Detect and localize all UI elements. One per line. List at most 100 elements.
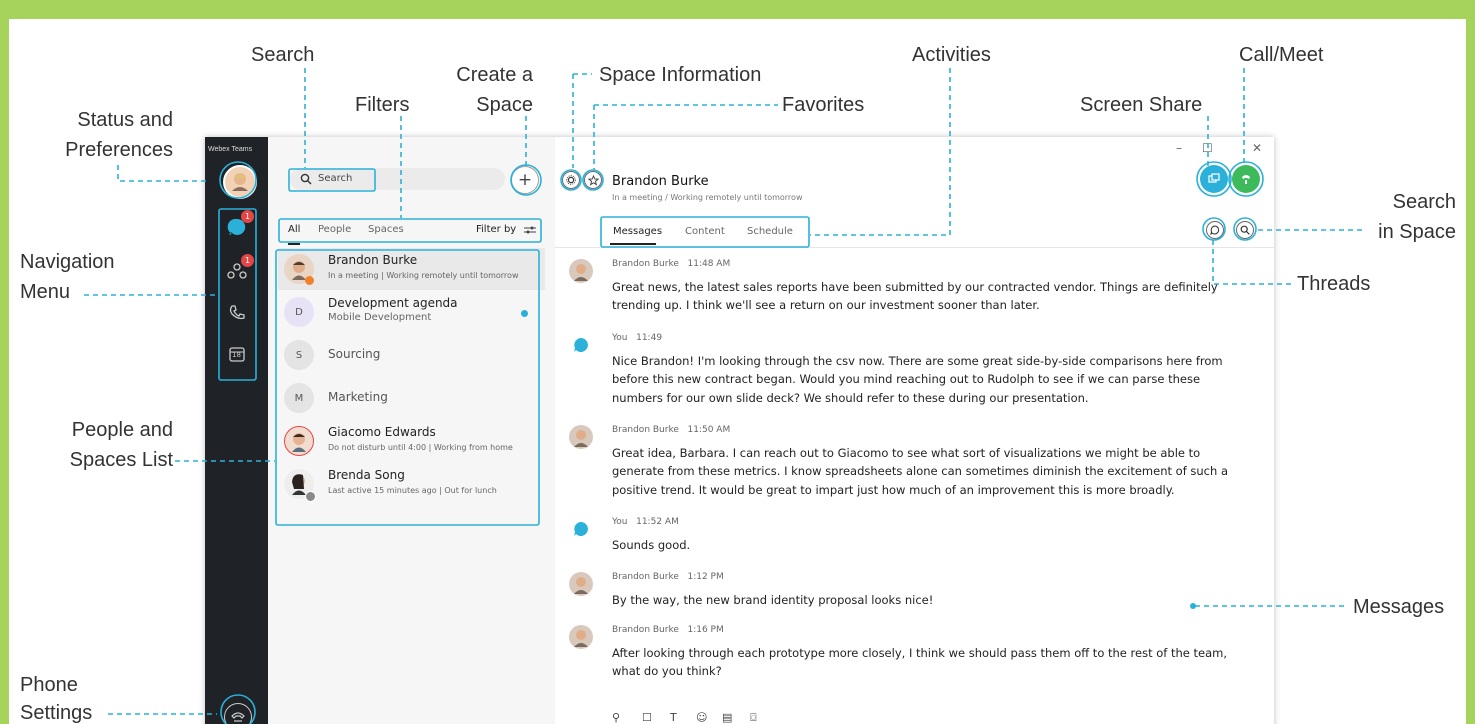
messaging-badge: 1 bbox=[241, 210, 254, 223]
conversation-panel: – ☐ ✕ Brandon Burke In a meeting / Worki… bbox=[555, 137, 1274, 724]
phone-settings-icon bbox=[231, 712, 245, 722]
brandon-avatar-icon bbox=[569, 259, 593, 283]
close-button[interactable]: ✕ bbox=[1252, 141, 1262, 155]
status-avatar[interactable] bbox=[223, 165, 257, 199]
message-meta: Brandon Burke 11:50 AM bbox=[612, 425, 731, 435]
phone-settings-button[interactable] bbox=[224, 703, 252, 724]
gear-icon bbox=[566, 175, 576, 185]
list-item-name: Sourcing bbox=[328, 347, 381, 361]
attach-icon[interactable]: ⚲ bbox=[612, 711, 620, 724]
phone-icon bbox=[229, 305, 245, 320]
filter-people[interactable]: People bbox=[318, 224, 351, 235]
star-icon bbox=[587, 174, 599, 186]
message-meta: Brandon Burke 1:12 PM bbox=[612, 572, 724, 582]
create-space-button[interactable]: + bbox=[511, 166, 539, 194]
callout-status-line1: Status and bbox=[77, 109, 173, 131]
favorite-button[interactable] bbox=[584, 171, 602, 189]
people-spaces-panel: Search + All People Spaces Filter by Bra… bbox=[268, 137, 556, 724]
header-divider bbox=[555, 247, 1274, 248]
list-item[interactable]: Giacomo Edwards Do not disturb until 4:0… bbox=[278, 420, 545, 462]
list-item-name: Giacomo Edwards bbox=[328, 425, 436, 439]
active-tab-underline bbox=[610, 243, 656, 245]
filter-all-underline bbox=[288, 243, 300, 245]
tab-messages[interactable]: Messages bbox=[613, 226, 662, 237]
message-text: Sounds good. bbox=[612, 538, 691, 552]
filter-spaces[interactable]: Spaces bbox=[368, 224, 404, 235]
callout-threads: Threads bbox=[1297, 273, 1371, 295]
search-icon bbox=[300, 173, 312, 185]
list-item[interactable]: Brandon Burke In a meeting | Working rem… bbox=[278, 248, 545, 290]
brandon-avatar-icon bbox=[569, 425, 593, 449]
webex-teams-window: Webex Teams 1 1 18 Search + All People S… bbox=[205, 137, 1274, 724]
callout-messages: Messages bbox=[1353, 596, 1445, 618]
message-text: Nice Brandon! I'm looking through the cs… bbox=[612, 354, 1223, 405]
space-information-button[interactable] bbox=[562, 171, 580, 189]
callout-search-in-space-line2: in Space bbox=[1378, 221, 1456, 243]
list-item-name: Brandon Burke bbox=[328, 253, 418, 267]
callout-create-space-line1: Create a bbox=[456, 64, 533, 86]
screenshot-icon[interactable]: ⌼ bbox=[750, 711, 757, 724]
callout-navigation-line2: Menu bbox=[20, 281, 71, 303]
filter-all[interactable]: All bbox=[288, 224, 300, 235]
message-text: Great news, the latest sales reports hav… bbox=[612, 280, 1218, 313]
minimize-button[interactable]: – bbox=[1176, 141, 1182, 155]
self-avatar bbox=[569, 517, 593, 541]
filter-sliders-icon bbox=[524, 226, 536, 234]
emoji-icon[interactable]: ☺ bbox=[696, 711, 707, 724]
self-avatar bbox=[569, 333, 593, 357]
filter-by[interactable]: Filter by bbox=[476, 224, 516, 235]
space-initial-avatar: S bbox=[284, 340, 314, 370]
nav-messaging[interactable]: 1 bbox=[225, 210, 254, 239]
maximize-button[interactable]: ☐ bbox=[1202, 141, 1213, 155]
messaging-icon bbox=[574, 522, 588, 536]
list-item-name: Brenda Song bbox=[328, 468, 405, 482]
space-subtitle: In a meeting / Working remotely until to… bbox=[612, 193, 803, 202]
callout-people-spaces-line1: People and bbox=[71, 419, 173, 441]
threads-icon bbox=[1210, 225, 1220, 235]
screen-share-button[interactable] bbox=[1200, 165, 1228, 193]
whiteboard-icon[interactable]: ☐ bbox=[642, 711, 652, 724]
list-item[interactable]: S Sourcing bbox=[278, 334, 545, 376]
callout-filters: Filters bbox=[355, 94, 410, 116]
gif-icon[interactable]: ▤ bbox=[722, 711, 732, 724]
search-field[interactable]: Search bbox=[290, 168, 505, 190]
format-icon[interactable]: T bbox=[670, 711, 677, 724]
message-text: After looking through each prototype mor… bbox=[612, 646, 1228, 679]
callout-phone-settings-line1: Phone bbox=[20, 674, 78, 696]
list-item[interactable]: M Marketing bbox=[278, 377, 545, 419]
inactive-status-icon bbox=[305, 491, 316, 502]
space-title: Brandon Burke bbox=[612, 174, 709, 189]
nav-teams[interactable]: 1 bbox=[225, 254, 254, 283]
message-meta: You 11:52 AM bbox=[612, 517, 679, 527]
calendar-day: 18 bbox=[232, 351, 241, 359]
callout-navigation-line1: Navigation bbox=[20, 251, 115, 273]
callout-create-space-line2: Space bbox=[476, 94, 533, 116]
list-item[interactable]: Brenda Song Last active 15 minutes ago |… bbox=[278, 463, 545, 505]
threads-button[interactable] bbox=[1206, 221, 1224, 239]
list-item[interactable]: D Development agenda Mobile Development bbox=[278, 291, 545, 333]
app-brand: Webex Teams bbox=[208, 146, 253, 153]
callout-screen-share: Screen Share bbox=[1080, 94, 1203, 116]
list-item-status: Mobile Development bbox=[328, 312, 432, 323]
callout-activities: Activities bbox=[912, 44, 991, 66]
message-text: Great idea, Barbara. I can reach out to … bbox=[612, 446, 1228, 497]
tab-content[interactable]: Content bbox=[685, 226, 725, 237]
callout-status-line2: Preferences bbox=[65, 139, 173, 161]
call-meet-icon bbox=[1242, 175, 1250, 184]
teams-badge: 1 bbox=[241, 254, 254, 267]
search-in-space-button[interactable] bbox=[1236, 221, 1254, 239]
nav-calls[interactable] bbox=[225, 301, 249, 325]
message-meta: You 11:49 bbox=[612, 333, 663, 343]
contact-photo-icon bbox=[292, 433, 306, 452]
callout-space-information: Space Information bbox=[599, 64, 762, 86]
search-icon bbox=[1240, 225, 1250, 235]
brandon-avatar-icon bbox=[569, 572, 593, 596]
nav-calendar[interactable]: 18 bbox=[225, 342, 249, 366]
user-photo-icon bbox=[232, 173, 248, 191]
space-initial-avatar: M bbox=[284, 383, 314, 413]
call-meet-button[interactable] bbox=[1232, 165, 1260, 193]
tab-schedule[interactable]: Schedule bbox=[747, 226, 793, 237]
search-placeholder: Search bbox=[318, 173, 353, 184]
callout-favorites: Favorites bbox=[782, 94, 865, 116]
contact-avatar bbox=[284, 426, 314, 456]
